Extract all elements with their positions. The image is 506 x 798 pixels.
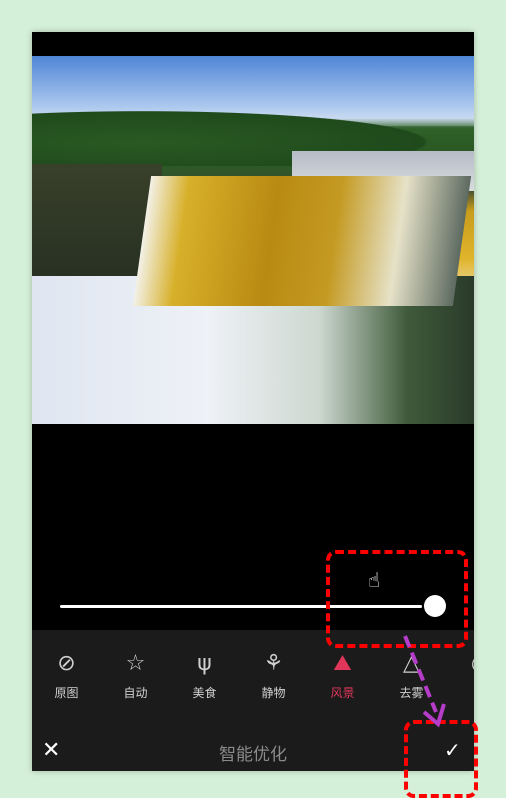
annotation-arrow (403, 635, 446, 728)
